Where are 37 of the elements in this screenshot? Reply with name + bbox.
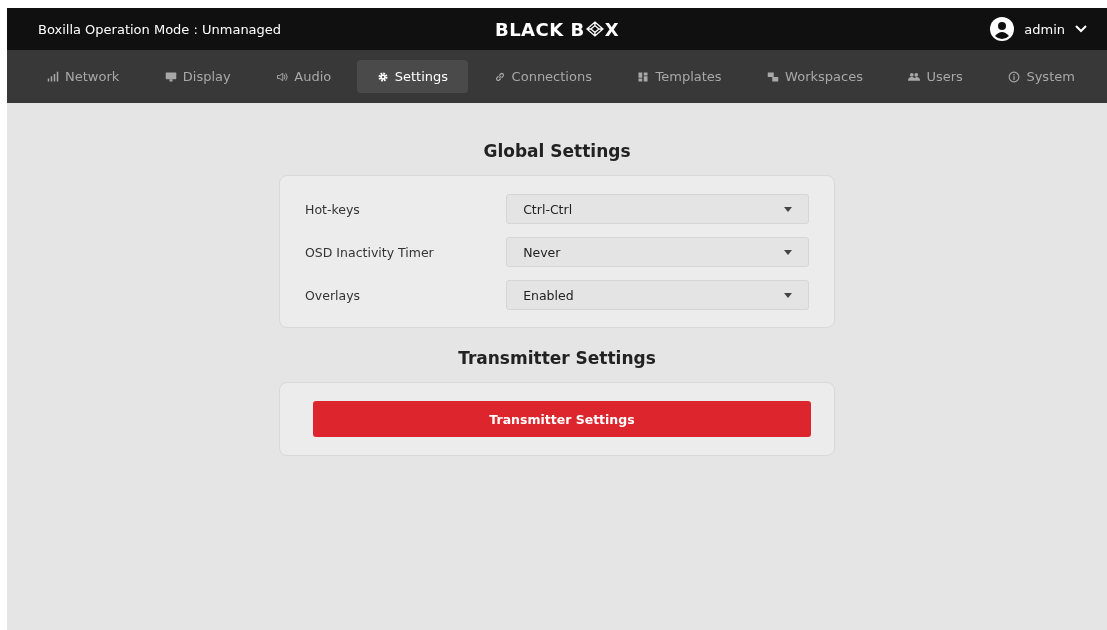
info-icon bbox=[1008, 70, 1021, 83]
gear-icon bbox=[376, 70, 389, 83]
nav-tab[interactable]: System bbox=[988, 60, 1095, 93]
dropdown[interactable]: Ctrl-Ctrl bbox=[506, 194, 809, 224]
user-avatar-icon[interactable] bbox=[990, 17, 1015, 41]
monitor-icon bbox=[164, 70, 177, 83]
grid-icon bbox=[637, 70, 650, 83]
setting-label: Overlays bbox=[305, 287, 362, 303]
nav-tab[interactable]: Workspaces bbox=[747, 60, 883, 93]
transmitter-settings-button[interactable]: Transmitter Settings bbox=[313, 401, 811, 437]
operation-mode-text: Boxilla Operation Mode : Unmanaged bbox=[38, 21, 282, 37]
logo-text: X bbox=[604, 18, 620, 40]
chevron-down-icon[interactable] bbox=[1075, 24, 1087, 34]
nav-tab[interactable]: Connections bbox=[473, 60, 612, 93]
section-title: Global Settings bbox=[483, 141, 631, 161]
caret-icon bbox=[784, 249, 792, 255]
nav-tab[interactable]: Audio bbox=[256, 60, 352, 93]
section-title: Transmitter Settings bbox=[458, 348, 656, 368]
setting-label: OSD Inactivity Timer bbox=[305, 244, 435, 260]
username-text[interactable]: admin bbox=[1024, 21, 1065, 37]
nav-tab[interactable]: Settings bbox=[356, 60, 469, 93]
dropdown[interactable]: Enabled bbox=[506, 280, 809, 310]
speaker-icon bbox=[276, 70, 289, 83]
nav-tab[interactable]: Network bbox=[27, 60, 140, 93]
setting-label: Hot-keys bbox=[305, 201, 361, 217]
caret-icon bbox=[784, 292, 792, 298]
logo-text: BLACK B bbox=[494, 18, 585, 40]
nav-tab[interactable]: Templates bbox=[617, 60, 742, 93]
signal-icon bbox=[47, 70, 59, 83]
windows-icon bbox=[767, 70, 780, 83]
nav-tab[interactable]: Display bbox=[144, 60, 251, 93]
users-icon bbox=[908, 70, 921, 83]
diamond-logo-icon bbox=[585, 21, 604, 37]
dropdown[interactable]: Never bbox=[506, 237, 809, 267]
link-icon bbox=[493, 70, 506, 83]
nav-tab[interactable]: Users bbox=[888, 60, 983, 93]
caret-icon bbox=[784, 206, 792, 212]
